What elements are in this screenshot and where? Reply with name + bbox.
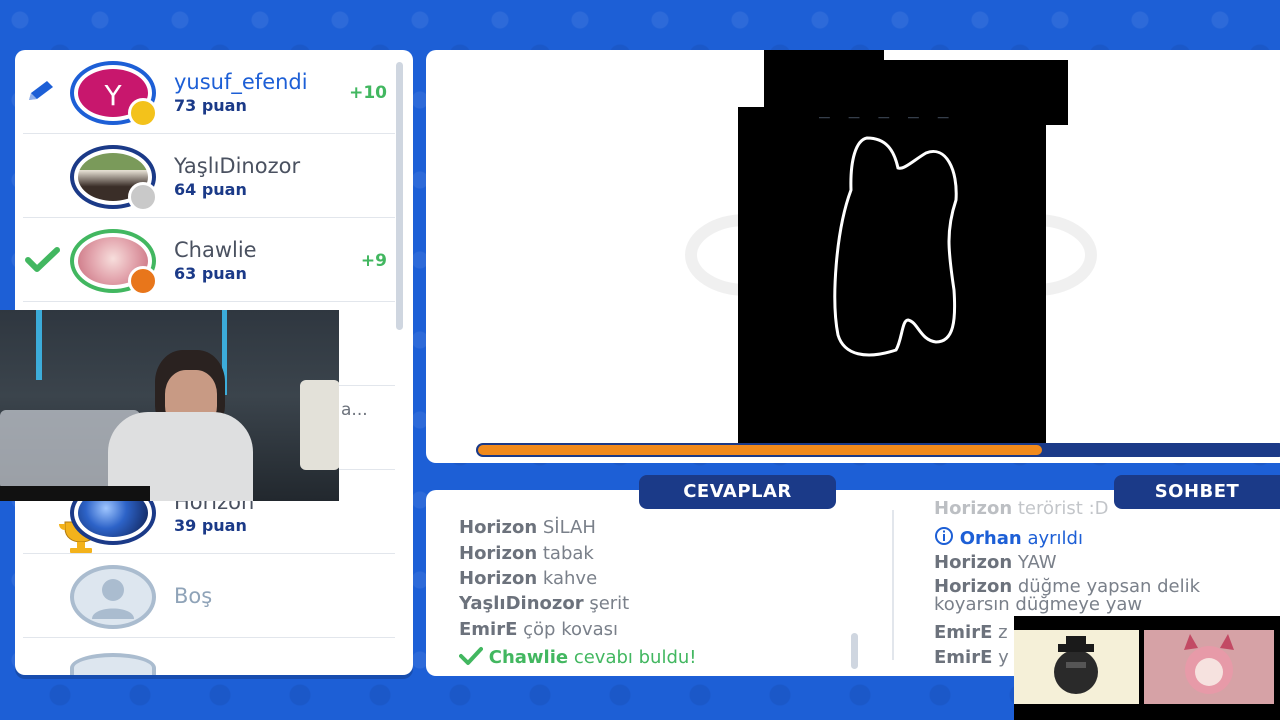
- checkmark-icon: [459, 646, 483, 671]
- player-name: Boş: [174, 584, 213, 608]
- pencil-icon: [25, 78, 61, 106]
- player-list-scrollbar[interactable]: [396, 62, 403, 330]
- answer-message: YaşlıDinozor şerit: [459, 593, 630, 614]
- score-gain: +10: [349, 83, 387, 103]
- chat-message: EmirE z: [934, 622, 1008, 643]
- avatar: [70, 145, 158, 212]
- drawing-canvas[interactable]: _ _ _ _ _: [426, 50, 1280, 463]
- answer-message: Horizon tabak: [459, 543, 594, 564]
- player-row[interactable]: Chawlie 63 puan +9: [23, 218, 395, 302]
- status-dot: [128, 266, 158, 296]
- player-name: Chawlie: [174, 238, 257, 262]
- chat-info-message: Orhan ayrıldı: [934, 526, 1083, 551]
- status-dot: [128, 98, 158, 128]
- panel-divider: [892, 510, 894, 660]
- avatar: Y: [70, 61, 158, 128]
- player-row[interactable]: YaşlıDinozor 64 puan: [23, 134, 395, 218]
- player-row[interactable]: Y yusuf_efendi 73 puan +10: [23, 50, 395, 134]
- chat-message: Horizon düğme yapsan delik koyarsın düğm…: [934, 576, 1201, 615]
- player-name: yusuf_efendi: [174, 70, 308, 94]
- player-score: 64 puan: [174, 180, 247, 199]
- streamer-webcam: [0, 310, 339, 501]
- score-gain: +9: [360, 251, 387, 271]
- empty-avatar: [70, 565, 156, 629]
- player-row-empty[interactable]: Boş: [23, 554, 395, 638]
- participant-cam: [1014, 630, 1139, 704]
- tab-chat[interactable]: SOHBET: [1114, 475, 1280, 509]
- answer-message: Horizon SİLAH: [459, 517, 596, 538]
- timer-bar: [476, 443, 1280, 457]
- timer-fill: [478, 445, 1042, 455]
- tab-answers[interactable]: CEVAPLAR: [639, 475, 836, 509]
- player-score: 39 puan: [174, 516, 247, 535]
- answer-found-message: Chawlie cevabı buldu!: [459, 646, 697, 671]
- truncated-text: a...: [341, 400, 368, 420]
- player-score: 73 puan: [174, 96, 247, 115]
- participant-cam: [1144, 630, 1274, 704]
- empty-avatar-partial: [70, 653, 156, 675]
- player-score: 63 puan: [174, 264, 247, 283]
- chat-message: Horizon terörist :D: [934, 498, 1109, 519]
- player-name: YaşlıDinozor: [174, 154, 301, 178]
- word-hint: _ _ _ _ _: [819, 98, 953, 119]
- participant-cams: [1014, 616, 1280, 720]
- chat-message: EmirE y: [934, 647, 1009, 668]
- avatar: [70, 229, 158, 296]
- checkmark-icon: [25, 246, 61, 274]
- answer-message: EmirE çöp kovası: [459, 619, 619, 640]
- answer-message: Horizon kahve: [459, 568, 598, 589]
- status-dot: [128, 182, 158, 212]
- chat-message: Horizon YAW: [934, 552, 1057, 573]
- info-icon: [934, 526, 954, 551]
- answers-scrollbar[interactable]: [851, 633, 858, 669]
